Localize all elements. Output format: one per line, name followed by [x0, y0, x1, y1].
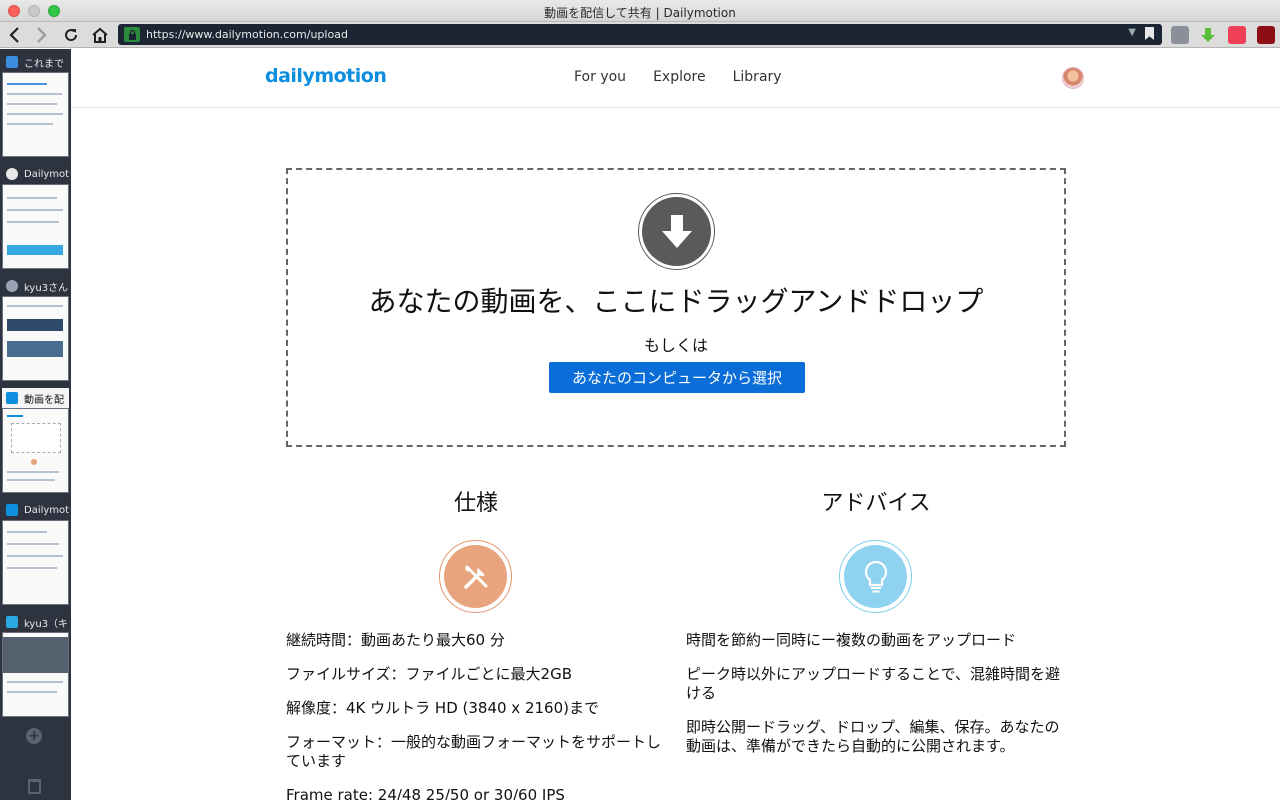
address-bar[interactable]: https://www.dailymotion.com/upload ▼	[118, 24, 1162, 45]
list-item: Frame rate: 24/48 25/50 or 30/60 IPS	[286, 786, 565, 800]
tab-label: 動画を配	[24, 394, 64, 406]
list-item: 即時公開ードラッグ、ドロップ、編集、保存。あなたの動画は、準備ができたら自動的に…	[686, 718, 1060, 755]
tab-thumbnail	[2, 408, 69, 493]
specs-heading: 仕様	[453, 491, 498, 516]
back-button[interactable]	[4, 24, 26, 46]
tab-item-active[interactable]: 動画を配	[2, 388, 69, 493]
list-item: ピーク時以外にアップロードすることで、混雑時間を避ける	[686, 665, 1060, 702]
list-item: ファイルサイズ：ファイルごとに最大2GB	[286, 665, 573, 683]
specs-list: 継続時間：動画あたり最大60 分 ファイルサイズ：ファイルごとに最大2GB 解像…	[286, 631, 666, 800]
window-title: 動画を配信して共有 | Dailymotion	[544, 6, 736, 20]
trash-icon[interactable]	[28, 779, 41, 794]
window-titlebar: 動画を配信して共有 | Dailymotion	[0, 0, 1280, 22]
extension-gear-icon[interactable]	[1171, 26, 1189, 44]
tab-favicon-icon	[6, 392, 18, 404]
advice-column: アドバイス 時間を節約ー同時にー複数の動画をアップロード ピーク時以外にアップロ…	[686, 485, 1066, 755]
select-from-computer-button[interactable]: あなたのコンピュータから選択	[549, 362, 805, 393]
tab-item[interactable]: Dailymot	[2, 164, 69, 269]
chevron-left-icon	[9, 27, 19, 43]
tab-label: kyu3さん	[24, 282, 69, 294]
upload-or-text: もしくは	[643, 336, 708, 355]
tab-label: これまで	[24, 58, 64, 70]
bookmark-icon[interactable]	[1145, 27, 1154, 40]
list-item: 時間を節約ー同時にー複数の動画をアップロード	[686, 631, 1017, 649]
upload-title: あなたの動画を、ここにドラッグアンドドロップ	[368, 285, 984, 318]
tab-thumbnail	[2, 184, 69, 269]
tab-favicon-icon	[6, 280, 18, 292]
tab-label: Dailymot	[24, 504, 70, 516]
new-tab-plus-icon[interactable]: +	[26, 728, 42, 744]
tab-item[interactable]: Dailymot	[2, 500, 69, 605]
reload-button[interactable]	[60, 24, 82, 46]
tab-thumbnail	[2, 296, 69, 381]
tab-item[interactable]: これまで	[2, 52, 69, 157]
home-button[interactable]	[89, 24, 111, 46]
download-arrow-icon[interactable]	[1199, 26, 1217, 44]
tab-label: Dailymot	[24, 168, 70, 180]
browser-toolbar: https://www.dailymotion.com/upload ▼	[0, 22, 1280, 48]
advice-heading: アドバイス	[821, 491, 931, 516]
tab-thumbnail	[2, 520, 69, 605]
nav-explore[interactable]: Explore	[653, 69, 706, 85]
user-avatar[interactable]	[1062, 67, 1084, 89]
nav-library[interactable]: Library	[733, 69, 782, 85]
url-text: https://www.dailymotion.com/upload	[146, 28, 348, 41]
tab-item[interactable]: kyu3さん	[2, 276, 69, 381]
tab-sidebar: これまで Dailymot kyu3さん 動画を配 Dailymot kyu3（…	[0, 49, 71, 800]
main-nav: For you Explore Library	[574, 69, 809, 85]
list-item: フォーマット：一般的な動画フォーマットをサポートしています	[286, 733, 662, 770]
nav-for-you[interactable]: For you	[574, 69, 626, 85]
tab-thumbnail	[2, 72, 69, 157]
list-item: 解像度：4K ウルトラ HD (3840 x 2160)まで	[286, 699, 599, 717]
download-circle-icon	[638, 193, 715, 270]
ublock-icon[interactable]	[1257, 26, 1275, 44]
tools-icon	[439, 540, 512, 613]
tab-favicon-icon	[6, 616, 18, 628]
tab-favicon-icon	[6, 56, 18, 68]
specs-column: 仕様 継続時間：動画あたり最大60 分 ファイルサイズ：ファイルごとに最大2GB…	[286, 485, 666, 800]
advice-list: 時間を節約ー同時にー複数の動画をアップロード ピーク時以外にアップロードすること…	[686, 631, 1066, 771]
upload-dropzone[interactable]: あなたの動画を、ここにドラッグアンドドロップ もしくは あなたのコンピュータから…	[286, 168, 1066, 447]
pocket-icon[interactable]	[1228, 26, 1246, 44]
tab-favicon-icon	[6, 504, 18, 516]
lock-icon	[124, 27, 140, 42]
url-dropdown-icon[interactable]: ▼	[1128, 27, 1136, 38]
tab-label: kyu3（キ	[24, 618, 69, 630]
tab-item[interactable]: kyu3（キ	[2, 612, 69, 717]
lightbulb-icon	[839, 540, 912, 613]
reload-icon	[65, 29, 78, 42]
tab-thumbnail	[2, 632, 69, 717]
chevron-right-icon	[37, 27, 47, 43]
list-item: 継続時間：動画あたり最大60 分	[286, 631, 505, 649]
tab-favicon-icon	[6, 168, 18, 180]
dailymotion-logo[interactable]: dailymotion	[265, 65, 387, 87]
web-page: dailymotion For you Explore Library あなたの…	[71, 49, 1280, 800]
home-icon	[92, 27, 108, 43]
site-header: dailymotion For you Explore Library	[71, 49, 1280, 108]
forward-button[interactable]	[30, 24, 52, 46]
